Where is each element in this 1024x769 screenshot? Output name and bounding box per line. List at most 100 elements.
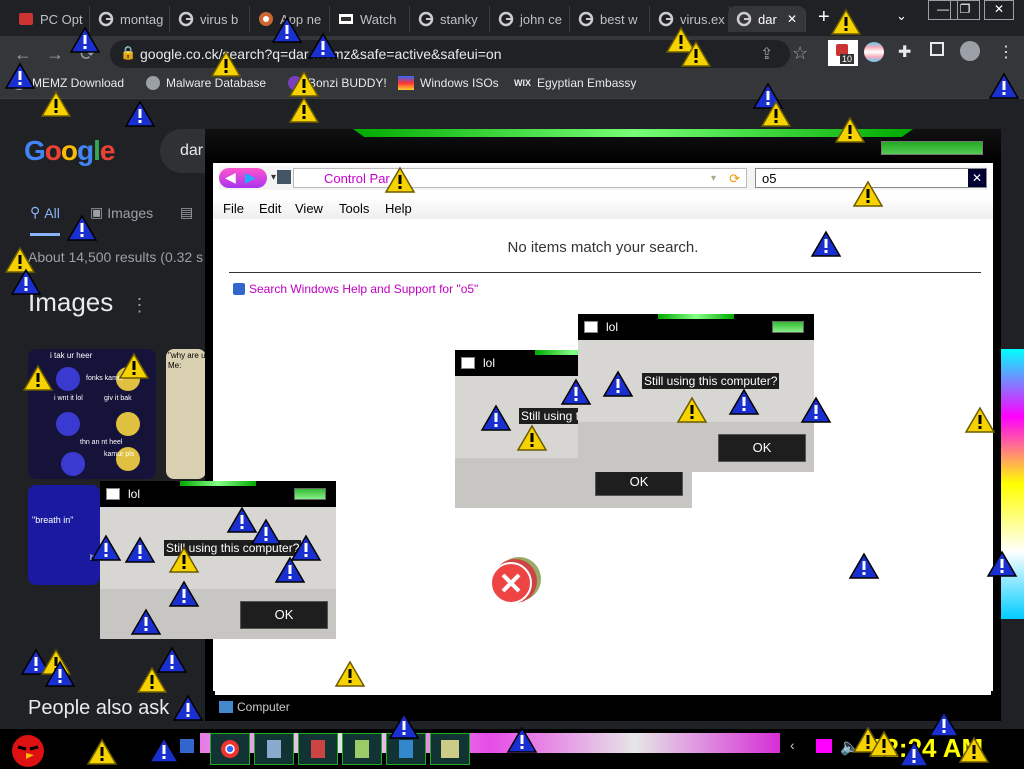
explorer-address-field[interactable]: Control Par ▾ ⟳ [293,168,747,188]
forward-arrow-icon[interactable]: ▶ [245,169,256,186]
ok-button[interactable]: OK [240,601,328,629]
tab-all[interactable]: ⚲ All [30,204,60,236]
tab-john-ce[interactable]: john ce [490,6,570,32]
glitch-strip [1000,349,1024,619]
clear-search-icon[interactable]: ✕ [968,169,986,187]
tab-montage[interactable]: montag [90,6,170,32]
refresh-icon[interactable]: ⟳ [729,169,740,189]
tab-label: Images [107,204,154,221]
menu-tools[interactable]: Tools [339,201,369,216]
app-icon [106,488,120,500]
warning-icon [22,364,54,391]
recent-pages-chevron-icon[interactable]: ▾ [271,172,276,183]
avatar[interactable] [960,41,980,61]
bookmark-egyptian-embassy[interactable]: WIX Egyptian Embassy [514,76,636,90]
dialog-titlebar[interactable]: lol [100,481,336,507]
window-controls[interactable] [294,488,326,500]
bookmark-label: Egyptian Embassy [537,76,637,90]
forward-arrow-icon[interactable]: → [46,44,64,65]
close-icon[interactable]: ✕ [787,12,797,26]
error-warning-icon [810,230,842,257]
address-dropdown-icon[interactable]: ▾ [711,169,716,189]
error-warning-icon [728,388,760,415]
error-warning-icon [480,404,512,431]
ok-button[interactable]: OK [718,434,806,462]
taskbar-calculator[interactable] [254,733,294,765]
extension-badge: 10 [840,54,855,64]
warning-icon [168,546,200,573]
bookmarks-bar: MEMZ Download Malware Database Bonzi BUD… [0,70,1024,99]
star-bookmark-icon[interactable]: ☆ [792,43,808,64]
profile-flag-icon[interactable] [864,42,884,62]
tab-search-chevron-icon[interactable]: ⌄ [896,8,907,24]
control-panel-icon [277,170,291,184]
tab-stanky[interactable]: stanky [410,6,490,32]
side-panel-icon[interactable] [930,42,944,56]
maximize-button[interactable]: ❐ [950,0,980,20]
warning-icon [868,730,900,757]
new-tab-button[interactable]: + [818,6,830,29]
puzzle-extensions-icon[interactable]: ✚ [898,42,911,62]
back-arrow-icon[interactable]: ◀ [225,169,236,186]
google-icon [658,11,674,27]
paint-icon [441,740,459,758]
warning-icon [680,40,712,67]
google-logo[interactable]: Google [24,135,115,167]
tab-images[interactable]: ▣ Images [90,204,153,221]
lock-icon: 🔒 [120,45,137,60]
bookmark-windows-isos[interactable]: Windows ISOs [398,76,499,90]
window-controls[interactable] [881,141,983,155]
help-icon [233,283,245,295]
tray-chevron-icon[interactable]: ‹ [790,737,795,753]
warning-icon [384,166,416,193]
bookmark-malware-db[interactable]: Malware Database [146,76,266,90]
logo-letter: l [93,135,101,166]
titlebar-accent [353,129,913,137]
angry-bird-start-icon[interactable] [4,729,48,768]
taskbar-app[interactable] [298,733,338,765]
ok-button[interactable]: OK [595,468,683,496]
dialog-titlebar[interactable]: lol [578,314,814,340]
tab-news[interactable]: ▤ [180,204,193,221]
tab-label: PC Opt [40,11,83,27]
kebab-menu-icon[interactable]: ⋮ [998,42,1014,62]
tab-virus-b[interactable]: virus b [170,6,250,32]
tab-label: All [44,204,60,221]
address-text: Control Par [324,171,390,186]
image-thumbnail[interactable]: "why are u Me: [166,349,206,479]
error-warning-icon [274,556,306,583]
quick-launch-icon[interactable] [180,739,194,753]
menu-help[interactable]: Help [385,201,412,216]
menu-view[interactable]: View [295,201,323,216]
warning-icon [958,736,990,763]
bookmark-label: Windows ISOs [420,76,499,90]
menu-file[interactable]: File [223,201,244,216]
tab-watch[interactable]: Watch [330,6,410,32]
taskbar-chrome[interactable] [210,733,250,765]
share-icon[interactable]: ⇪ [760,44,773,64]
explorer-icon [399,740,413,758]
app-icon [461,357,475,369]
tray-app-icon[interactable] [816,739,832,753]
close-window-button[interactable]: ✕ [984,0,1014,20]
error-warning-icon [168,580,200,607]
menu-edit[interactable]: Edit [259,201,281,216]
nav-arrows[interactable]: ◀ ▶ [219,168,267,188]
logo-letter: o [60,135,78,166]
help-support-link[interactable]: Search Windows Help and Support for "o5" [233,282,478,296]
extension-shield-icon[interactable]: 10 [828,40,858,66]
status-bar: Computer [215,691,991,719]
tab-best-w[interactable]: best w [570,6,650,32]
warning-icon [964,406,996,433]
explorer-titlebar[interactable] [205,129,1001,163]
more-options-icon[interactable]: ⋮ [131,295,149,315]
error-warning-icon [986,550,1018,577]
help-link-text: Search Windows Help and Support for "o5" [249,282,479,296]
error-stack-icon [490,557,541,604]
taskbar-notepad[interactable] [342,733,382,765]
window-controls[interactable] [772,321,804,333]
taskbar-paint[interactable] [430,733,470,765]
dialog-message: Still using this computer? [642,373,780,389]
warning-icon [210,50,242,77]
tab-dar-active[interactable]: dar ✕ [728,6,806,32]
